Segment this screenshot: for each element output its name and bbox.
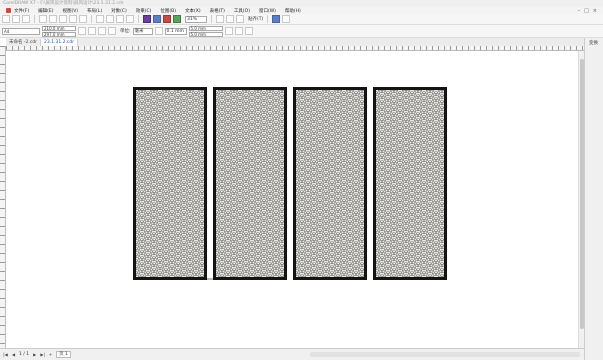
vertical-scrollbar[interactable] [578, 51, 584, 348]
page-size-select[interactable]: A4 [2, 27, 40, 35]
window-title: CorelDRAW X7 - F:\屏风设计资料\屏风设计\23.1.31.2.… [0, 0, 603, 7]
menu-help[interactable]: 帮助(H) [285, 8, 301, 14]
nudge-distance-field[interactable]: 0.1 mm [164, 27, 187, 35]
publish-pdf-icon[interactable] [126, 15, 134, 23]
crosshair-icon[interactable] [244, 27, 253, 35]
copy-icon[interactable] [49, 15, 57, 23]
page-navigator: |◀ ◀ 1 / 1 ▶ ▶| + 页 1 [0, 348, 584, 360]
zoom-level-select[interactable]: 31% [185, 15, 207, 23]
grid-icon[interactable] [226, 15, 234, 23]
nudge-icon [154, 27, 163, 35]
duplicate-distance: 5.0 mm 5.0 mm [188, 25, 223, 37]
page-height-field[interactable]: 297.0 mm [42, 31, 76, 37]
full-screen-icon[interactable] [173, 15, 181, 23]
tab-23-1-31-2[interactable]: 23.1.31.2.cdr [41, 39, 79, 46]
toolbar-divider [34, 15, 35, 23]
document-tabs: 未命名 -2.cdr 23.1.31.2.cdr [6, 38, 584, 46]
paste-icon[interactable] [59, 15, 67, 23]
menu-object[interactable]: 对象(C) [111, 8, 127, 14]
next-page-icon[interactable]: ▶ [32, 352, 37, 357]
menu-bar: 文件(F) 编辑(E) 视图(V) 布局(L) 对象(C) 效果(C) 位图(B… [0, 7, 603, 14]
restore-icon[interactable]: □ [584, 8, 589, 14]
duplicate-x-field[interactable]: 5.0 mm [188, 25, 223, 31]
landscape-icon[interactable] [88, 27, 96, 35]
export-icon[interactable] [116, 15, 124, 23]
screen-panel-3[interactable] [293, 87, 367, 280]
menu-view[interactable]: 视图(V) [62, 8, 78, 14]
first-page-icon[interactable]: |◀ [3, 352, 8, 357]
options-icon[interactable] [272, 15, 281, 23]
new-document-icon[interactable] [2, 15, 10, 23]
docker-panel: 变换 [584, 38, 603, 360]
page-tab-1[interactable]: 页 1 [56, 351, 71, 358]
toolbar-divider [91, 15, 92, 23]
guidelines-icon[interactable] [236, 15, 244, 23]
snap-to-menu[interactable]: 贴齐(T) [248, 16, 263, 22]
vertical-scroll-thumb[interactable] [580, 59, 584, 329]
undo-icon[interactable] [69, 15, 77, 23]
property-bar: A4 210.0 mm 297.0 mm 单位: 毫米 0.1 mm 5.0 m… [0, 25, 603, 38]
add-page-icon[interactable]: + [48, 352, 53, 357]
menu-layout[interactable]: 布局(L) [87, 8, 102, 14]
duplicate-y-field[interactable]: 5.0 mm [188, 31, 223, 37]
screen-panel-1[interactable] [133, 87, 207, 280]
menu-edit[interactable]: 编辑(E) [38, 8, 53, 14]
corel-connect-icon[interactable] [143, 15, 151, 23]
toolbar-divider [138, 15, 139, 23]
page-indicator: 1 / 1 [19, 352, 30, 357]
menu-text[interactable]: 文本(X) [185, 8, 201, 14]
search-content-icon[interactable] [96, 15, 104, 23]
prev-page-icon[interactable]: ◀ [11, 352, 16, 357]
toolbar-divider [211, 15, 212, 23]
page-dimensions: 210.0 mm 297.0 mm [42, 25, 76, 37]
standard-toolbar: 31% 贴齐(T) [0, 14, 603, 25]
close-icon[interactable]: × [593, 8, 597, 14]
toolbar-divider [267, 15, 269, 23]
rulers-icon[interactable] [216, 15, 224, 23]
open-icon[interactable] [12, 15, 20, 23]
horizontal-scrollbar[interactable] [310, 352, 580, 357]
units-select[interactable]: 毫米 [132, 27, 153, 35]
app-logo-icon [6, 8, 11, 13]
page-width-field[interactable]: 210.0 mm [42, 25, 76, 31]
menu-window[interactable]: 窗口(W) [259, 8, 276, 14]
current-page-icon[interactable] [108, 27, 116, 35]
page-border-icon[interactable] [224, 27, 233, 35]
transform-docker-tab[interactable]: 变换 [589, 40, 598, 46]
menu-bitmaps[interactable]: 位图(B) [160, 8, 176, 14]
menu-table[interactable]: 表格(T) [210, 8, 225, 14]
add-page-frame-icon[interactable] [234, 27, 243, 35]
screen-panel-2[interactable] [213, 87, 287, 280]
application-launcher-icon[interactable] [153, 15, 161, 23]
tab-untitled-2[interactable]: 未命名 -2.cdr [6, 39, 42, 46]
last-page-icon[interactable]: ▶| [40, 352, 45, 357]
cut-icon[interactable] [39, 15, 47, 23]
launch-icon[interactable] [282, 15, 291, 23]
welcome-screen-icon[interactable] [163, 15, 171, 23]
screen-panel-4[interactable] [373, 87, 447, 280]
import-icon[interactable] [106, 15, 114, 23]
units-label: 单位: [120, 29, 131, 34]
menu-tools[interactable]: 工具(O) [234, 8, 250, 14]
menu-file[interactable]: 文件(F) [14, 8, 29, 14]
window-controls: – □ × [578, 8, 603, 14]
minimize-icon[interactable]: – [578, 8, 581, 14]
save-icon[interactable] [22, 15, 30, 23]
redo-icon[interactable] [79, 15, 87, 23]
portrait-icon[interactable] [78, 27, 86, 35]
menu-effects[interactable]: 效果(C) [136, 8, 152, 14]
all-pages-icon[interactable] [98, 27, 106, 35]
